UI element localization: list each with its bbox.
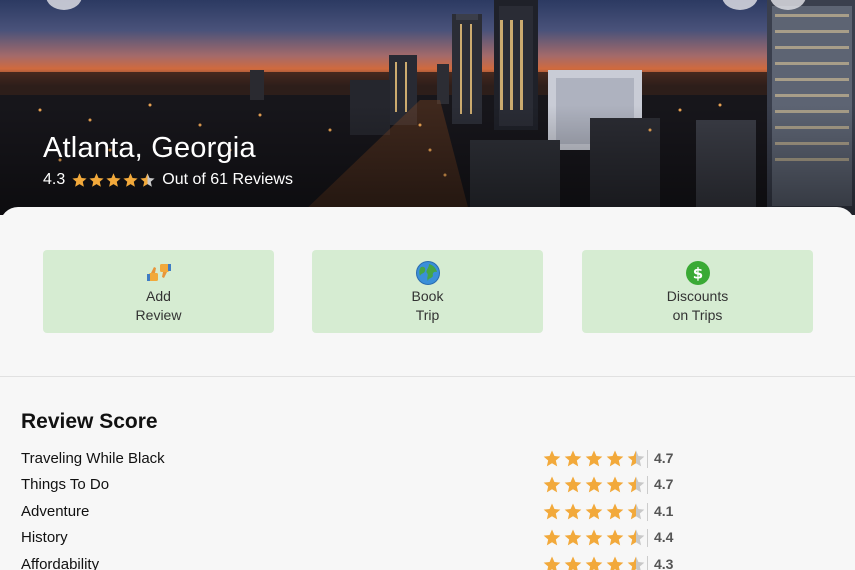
star-filled-icon bbox=[585, 529, 603, 546]
star-filled-icon bbox=[123, 172, 138, 187]
book-trip-label-line2: Trip bbox=[415, 307, 440, 323]
score-row: History 4.4 bbox=[21, 526, 835, 550]
star-half-icon bbox=[627, 450, 645, 467]
score-label: Adventure bbox=[21, 502, 90, 520]
score-value: 4.7 bbox=[654, 450, 674, 466]
star-filled-icon bbox=[564, 556, 582, 570]
star-filled-icon bbox=[585, 450, 603, 467]
score-label: Affordability bbox=[21, 555, 100, 570]
score-row: Traveling While Black 4.7 bbox=[21, 447, 835, 471]
score-row: Adventure 4.1 bbox=[21, 500, 835, 524]
dollar-coin-icon: $ bbox=[685, 261, 710, 285]
star-filled-icon bbox=[543, 529, 561, 546]
star-filled-icon bbox=[72, 172, 87, 187]
section-divider bbox=[0, 376, 855, 377]
star-filled-icon bbox=[585, 556, 603, 570]
score-stars bbox=[542, 475, 646, 495]
star-filled-icon bbox=[606, 556, 624, 570]
star-filled-icon bbox=[89, 172, 104, 187]
star-filled-icon bbox=[543, 450, 561, 467]
star-filled-icon bbox=[564, 503, 582, 520]
star-half-icon bbox=[140, 172, 155, 187]
score-label: Traveling While Black bbox=[21, 450, 165, 467]
star-filled-icon bbox=[543, 556, 561, 570]
star-filled-icon bbox=[106, 172, 121, 187]
score-separator bbox=[647, 529, 648, 548]
discounts-label-line1: Discounts bbox=[666, 288, 729, 304]
overall-rating-stars bbox=[71, 172, 156, 189]
score-separator bbox=[647, 555, 648, 570]
score-value: 4.4 bbox=[654, 529, 674, 546]
score-separator bbox=[647, 502, 648, 521]
star-filled-icon bbox=[564, 450, 582, 467]
overall-rating: 4.3 Out of 61 Reviews bbox=[43, 171, 293, 189]
star-half-icon bbox=[627, 476, 645, 493]
star-filled-icon bbox=[606, 450, 624, 467]
book-trip-label-line1: Book bbox=[411, 288, 444, 304]
add-review-label-line2: Review bbox=[135, 307, 182, 323]
discounts-label-line2: on Trips bbox=[672, 307, 723, 323]
score-label: Things To Do bbox=[21, 476, 110, 494]
score-separator bbox=[647, 450, 648, 468]
reviews-count: Out of 61 Reviews bbox=[162, 171, 293, 188]
svg-text:$: $ bbox=[692, 265, 702, 283]
score-row: Affordability 4.3 bbox=[21, 553, 835, 570]
star-half-icon bbox=[627, 503, 645, 520]
star-filled-icon bbox=[564, 476, 582, 493]
add-review-button[interactable]: Add Review bbox=[43, 250, 274, 333]
score-stars bbox=[542, 449, 646, 469]
star-filled-icon bbox=[606, 476, 624, 493]
score-value: 4.7 bbox=[654, 476, 674, 493]
score-value: 4.3 bbox=[654, 555, 674, 570]
star-half-icon bbox=[627, 529, 645, 546]
star-filled-icon bbox=[543, 503, 561, 520]
globe-icon bbox=[415, 261, 440, 285]
star-filled-icon bbox=[564, 529, 582, 546]
overall-rating-value: 4.3 bbox=[43, 171, 66, 188]
discounts-button[interactable]: $ Discounts on Trips bbox=[582, 250, 813, 333]
star-filled-icon bbox=[606, 529, 624, 546]
score-stars bbox=[542, 502, 646, 522]
star-filled-icon bbox=[543, 476, 561, 493]
hero-banner: Atlanta, Georgia 4.3 Out of 61 Reviews bbox=[0, 0, 855, 215]
score-row: Things To Do 4.7 bbox=[21, 473, 835, 497]
score-stars bbox=[542, 555, 646, 570]
star-filled-icon bbox=[585, 503, 603, 520]
star-filled-icon bbox=[606, 503, 624, 520]
score-value: 4.1 bbox=[654, 502, 674, 519]
star-filled-icon bbox=[585, 476, 603, 493]
thumbs-up-down-icon bbox=[146, 264, 171, 281]
star-half-icon bbox=[627, 556, 645, 570]
review-score-title: Review Score bbox=[21, 410, 158, 433]
content-sheet: Add Review Book Trip $ Discounts on Trip… bbox=[0, 207, 855, 570]
score-stars bbox=[542, 528, 646, 548]
city-title: Atlanta, Georgia bbox=[43, 132, 256, 164]
add-review-label-line1: Add bbox=[146, 288, 171, 304]
book-trip-button[interactable]: Book Trip bbox=[312, 250, 543, 333]
score-separator bbox=[647, 476, 648, 495]
score-label: History bbox=[21, 529, 68, 547]
